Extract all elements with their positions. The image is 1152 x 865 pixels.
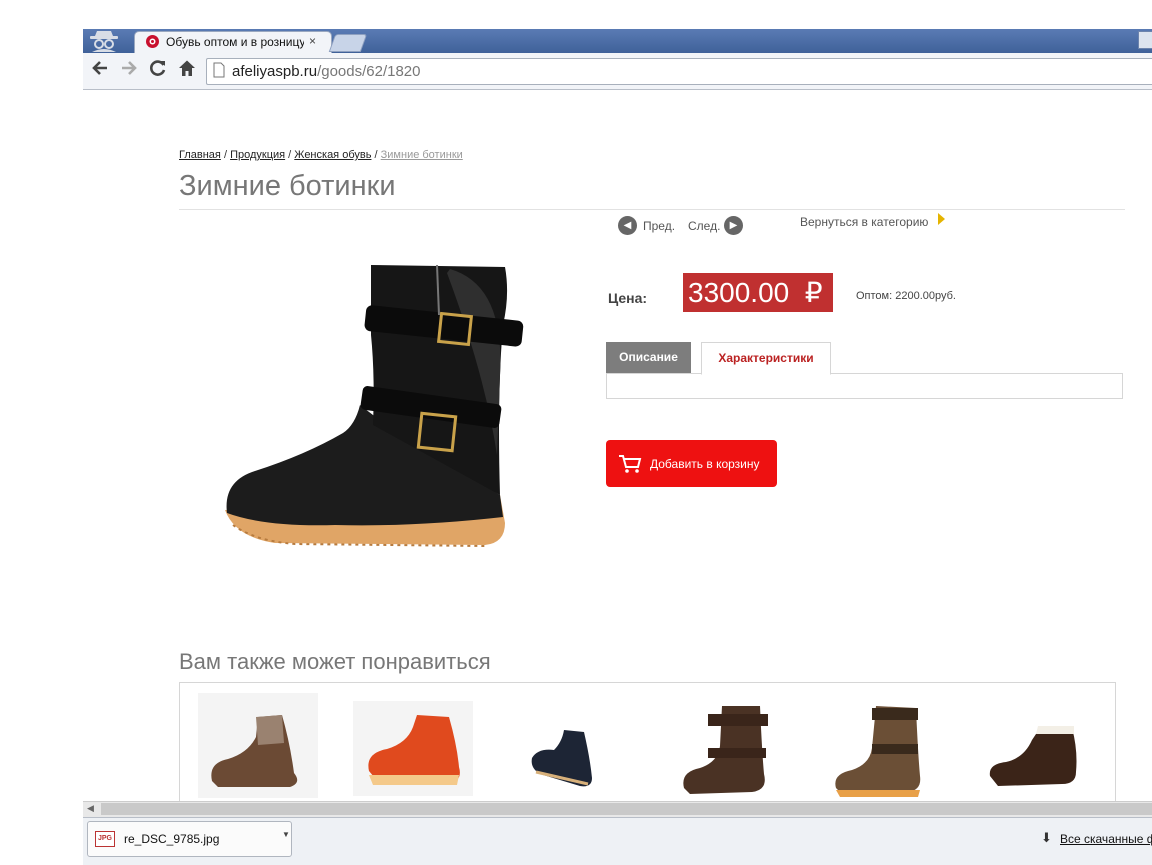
tab-panel: [606, 373, 1123, 399]
breadcrumb-link-products[interactable]: Продукция: [230, 149, 285, 161]
prev-product-icon[interactable]: ◀: [618, 216, 637, 235]
add-to-cart-button[interactable]: Добавить в корзину: [606, 440, 777, 487]
new-tab-button[interactable]: [328, 34, 368, 52]
currency-symbol: ₽: [804, 277, 823, 308]
breadcrumb-link-home[interactable]: Главная: [179, 149, 221, 161]
tab-specifications[interactable]: Характеристики: [701, 342, 831, 375]
back-icon[interactable]: [89, 59, 111, 82]
url-domain: afeliyaspb.ru: [232, 63, 318, 80]
breadcrumb-separator: /: [374, 149, 378, 161]
breadcrumb-current[interactable]: Зимние ботинки: [381, 149, 463, 161]
cart-icon: [619, 455, 642, 473]
breadcrumb-separator: /: [288, 149, 292, 161]
forward-icon[interactable]: [118, 59, 140, 82]
breadcrumb: Главная / Продукция / Женская обувь / Зи…: [179, 149, 463, 161]
related-item[interactable]: [832, 704, 924, 799]
tab-close-icon[interactable]: ×: [309, 34, 316, 48]
price-label: Цена:: [608, 290, 648, 306]
download-file-name: re_DSC_9785.jpg: [124, 832, 220, 846]
product-image[interactable]: [215, 255, 545, 570]
related-title: Вам также может понравиться: [179, 649, 491, 674]
tab-description[interactable]: Описание: [606, 342, 691, 373]
related-carousel: [179, 682, 1116, 813]
arrow-right-icon: [938, 213, 945, 225]
all-downloads-link[interactable]: Все скачанные файлы: [1060, 832, 1152, 846]
tab-title: Обувь оптом и в розницу: [166, 35, 304, 49]
download-arrow-icon: ⬇: [1041, 830, 1052, 845]
title-divider: [179, 209, 1125, 210]
wholesale-price: Оптом: 2200.00руб.: [856, 290, 956, 302]
url-text[interactable]: afeliyaspb.ru/goods/62/1820: [232, 63, 421, 80]
back-to-category-link[interactable]: Вернуться в категорию: [800, 215, 928, 229]
price-value: 3300.00: [688, 277, 790, 308]
prev-product-link[interactable]: Пред.: [643, 219, 675, 233]
next-product-link[interactable]: След.: [688, 219, 720, 233]
jpg-file-icon: JPG: [95, 831, 115, 847]
scrollbar-thumb[interactable]: [101, 803, 1152, 815]
page-icon: [213, 62, 225, 83]
page-title: Зимние ботинки: [179, 170, 396, 202]
scroll-left-icon[interactable]: ◀: [87, 803, 94, 814]
home-icon[interactable]: [176, 59, 198, 82]
next-product-icon[interactable]: ▶: [724, 216, 743, 235]
breadcrumb-separator: /: [223, 149, 227, 161]
download-menu-icon[interactable]: ▼: [282, 830, 290, 839]
related-item[interactable]: [680, 702, 770, 797]
price-badge: 3300.00 ₽: [683, 273, 833, 312]
favicon-icon: [145, 34, 160, 54]
reload-icon[interactable]: [147, 59, 169, 82]
related-item[interactable]: [198, 693, 318, 798]
related-item[interactable]: [986, 720, 1080, 792]
related-item[interactable]: [528, 718, 598, 790]
incognito-icon: [86, 30, 122, 52]
breadcrumb-link-women-shoes[interactable]: Женская обувь: [294, 149, 371, 161]
related-item[interactable]: [353, 701, 473, 796]
add-to-cart-label: Добавить в корзину: [650, 457, 760, 471]
url-path: /goods/62/1820: [317, 63, 421, 80]
window-minimize-button[interactable]: [1138, 31, 1152, 49]
